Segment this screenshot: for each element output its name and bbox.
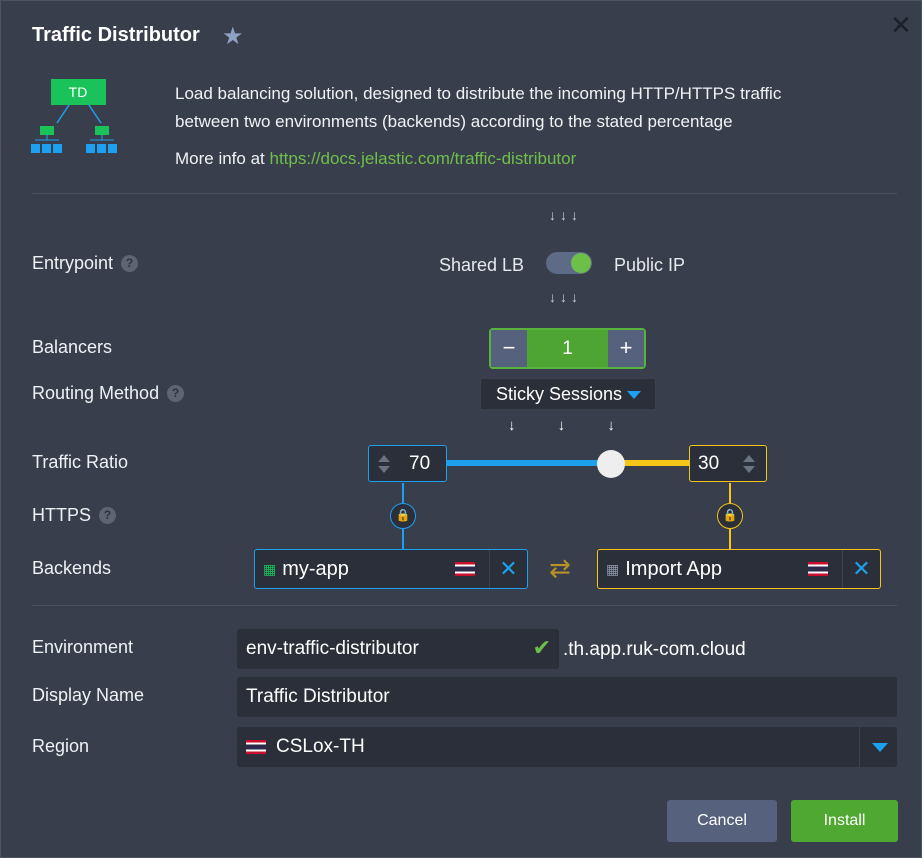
- ratio-left-input[interactable]: 70: [368, 445, 447, 482]
- balancers-value[interactable]: 1: [527, 330, 608, 367]
- ratio-slider-handle[interactable]: [597, 450, 625, 478]
- connector-line: [402, 529, 404, 549]
- chevron-down-icon: [627, 391, 641, 399]
- logo-text: TD: [69, 84, 88, 100]
- lock-icon[interactable]: 🔒: [390, 503, 416, 529]
- dialog-title: Traffic Distributor: [32, 24, 200, 46]
- ratio-slider-left-track: [446, 460, 612, 466]
- backend-right-name: Import App: [625, 557, 722, 580]
- chevron-down-icon: [872, 743, 888, 752]
- environment-icon: ▦: [606, 560, 620, 577]
- decrement-button[interactable]: −: [491, 330, 527, 367]
- description: Load balancing solution, designed to dis…: [175, 80, 865, 136]
- backend-left-name: my-app: [282, 557, 349, 580]
- divider: [32, 193, 897, 194]
- region-label: Region: [32, 736, 90, 756]
- connector-line: [402, 483, 404, 503]
- public-ip-label: Public IP: [614, 255, 686, 275]
- remove-backend-button[interactable]: ✕: [842, 550, 880, 588]
- docs-link[interactable]: https://docs.jelastic.com/traffic-distri…: [270, 149, 577, 168]
- routing-method-select[interactable]: Sticky Sessions: [480, 378, 656, 410]
- backend-right[interactable]: ▦ Import App ✕: [597, 549, 881, 589]
- toggle-knob: [571, 253, 591, 273]
- entrypoint-toggle[interactable]: [546, 252, 592, 274]
- https-label: HTTPS?: [32, 505, 117, 526]
- spinner-icon[interactable]: [734, 447, 766, 480]
- cancel-button[interactable]: Cancel: [667, 800, 777, 842]
- swap-icon[interactable]: ⇄: [549, 553, 571, 584]
- divider: [32, 605, 897, 606]
- description-line-2: between two environments (backends) acco…: [175, 112, 733, 131]
- region-value: CSLox-TH: [276, 736, 365, 757]
- display-name-input[interactable]: Traffic Distributor: [237, 677, 897, 717]
- environment-label: Environment: [32, 637, 134, 657]
- flow-arrows-icon: ↓↓↓: [549, 207, 582, 223]
- spinner-icon[interactable]: [369, 447, 401, 480]
- traffic-distributor-logo: TD: [31, 79, 117, 153]
- shared-lb-label: Shared LB: [439, 255, 525, 275]
- domain-suffix: .th.app.ruk-com.cloud: [563, 639, 746, 660]
- thailand-flag-icon: [455, 562, 475, 576]
- flow-arrows-icon: ↓ ↓ ↓: [508, 417, 615, 434]
- connector-line: [729, 529, 731, 549]
- thailand-flag-icon: [808, 562, 828, 576]
- traffic-distributor-dialog: Traffic Distributor ★ ✕ TD Load balancin…: [0, 0, 922, 858]
- thailand-flag-icon: [246, 740, 266, 754]
- balancers-stepper[interactable]: − 1 +: [489, 328, 646, 369]
- more-info: More info at https://docs.jelastic.com/t…: [175, 149, 576, 169]
- help-icon[interactable]: ?: [121, 255, 139, 272]
- help-icon[interactable]: ?: [167, 385, 185, 402]
- lock-icon[interactable]: 🔒: [717, 503, 743, 529]
- backends-label: Backends: [32, 558, 112, 578]
- star-icon[interactable]: ★: [222, 22, 244, 51]
- flow-arrows-icon: ↓↓↓: [549, 289, 582, 305]
- ratio-right-value: 30: [698, 452, 720, 474]
- routing-method-value: Sticky Sessions: [496, 384, 623, 404]
- routing-method-label: Routing Method?: [32, 383, 185, 404]
- ratio-right-input[interactable]: 30: [689, 445, 767, 482]
- description-line-1: Load balancing solution, designed to dis…: [175, 84, 782, 103]
- environment-input[interactable]: env-traffic-distributor ✔: [237, 629, 559, 669]
- backend-left[interactable]: ▦ my-app ✕: [254, 549, 528, 589]
- help-icon[interactable]: ?: [99, 507, 117, 524]
- region-select[interactable]: CSLox-TH: [237, 727, 897, 767]
- environment-icon: ▦: [263, 560, 277, 577]
- balancers-label: Balancers: [32, 337, 113, 357]
- region-dropdown-button[interactable]: [859, 727, 897, 767]
- check-icon: ✔: [532, 635, 551, 660]
- ratio-left-value: 70: [409, 452, 431, 474]
- traffic-ratio-label: Traffic Ratio: [32, 452, 129, 472]
- entrypoint-label: Entrypoint?: [32, 253, 139, 274]
- more-info-prefix: More info at: [175, 149, 265, 168]
- increment-button[interactable]: +: [608, 330, 644, 367]
- display-name-label: Display Name: [32, 685, 145, 705]
- connector-line: [729, 483, 731, 503]
- install-button[interactable]: Install: [791, 800, 898, 842]
- remove-backend-button[interactable]: ✕: [489, 550, 527, 588]
- environment-value: env-traffic-distributor: [246, 638, 419, 659]
- close-icon[interactable]: ✕: [890, 10, 912, 41]
